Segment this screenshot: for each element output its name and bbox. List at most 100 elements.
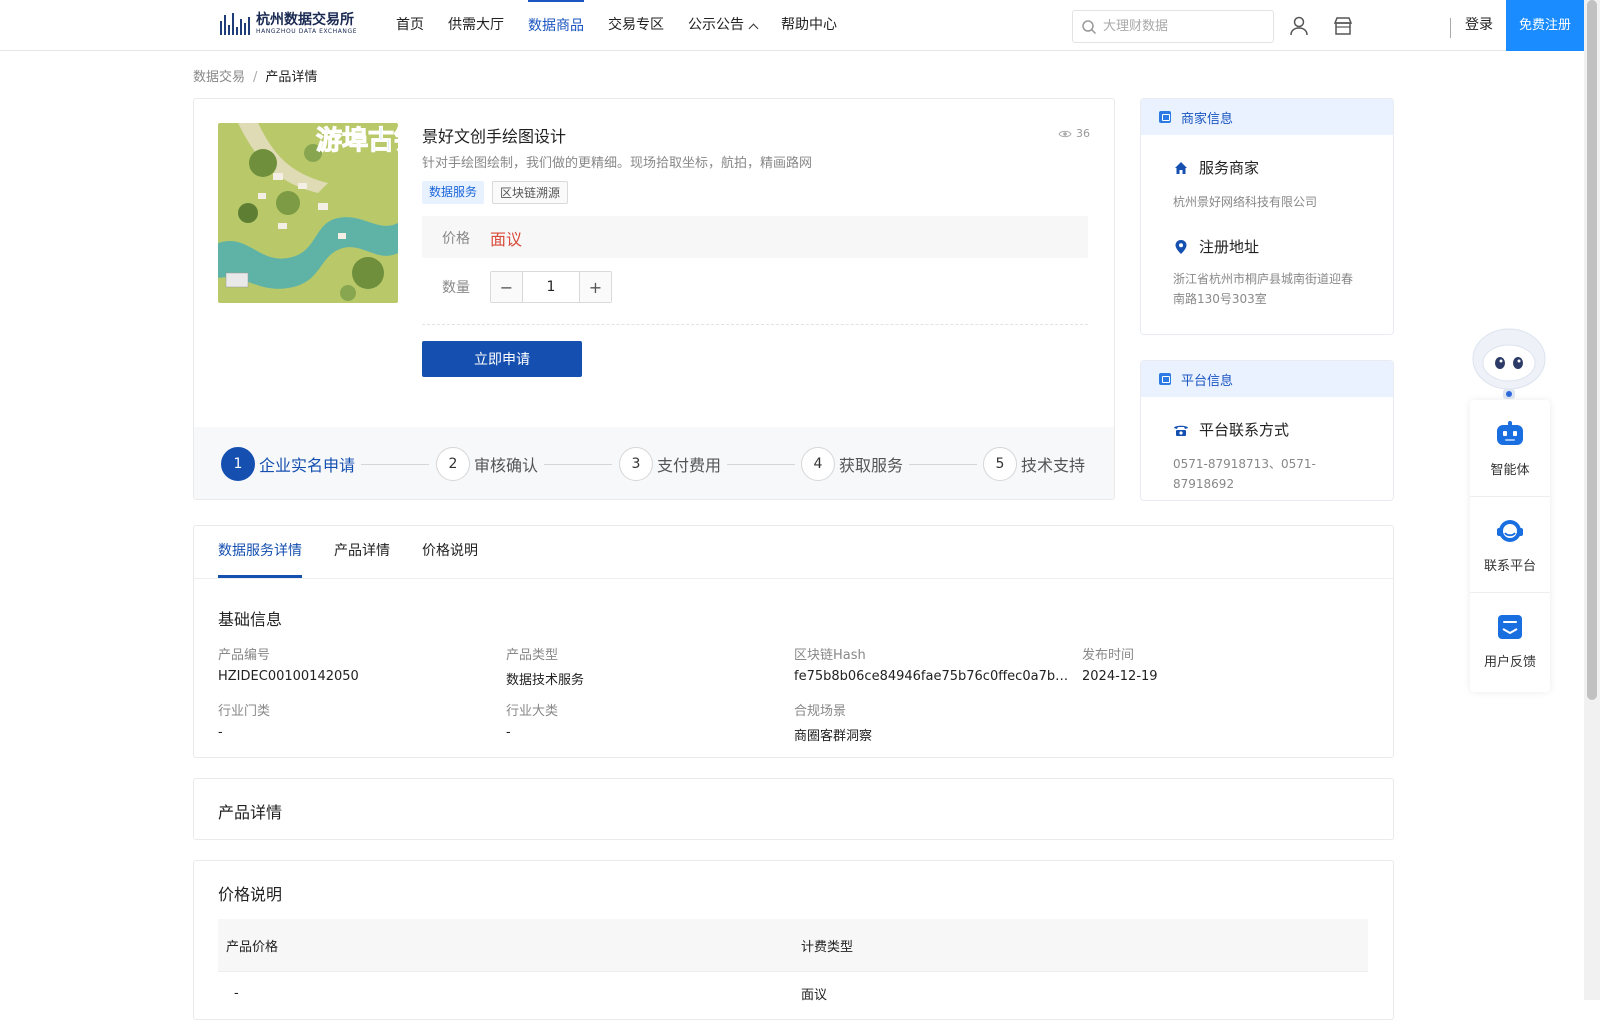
- step-label: 企业实名申请: [259, 456, 356, 475]
- breadcrumb-root[interactable]: 数据交易: [193, 70, 245, 85]
- step-label: 获取服务: [839, 456, 904, 475]
- column-header-price: 产品价格: [226, 939, 279, 955]
- step-number: 1: [221, 447, 255, 481]
- field-product-type: 产品类型 数据技术服务: [506, 644, 776, 688]
- user-feedback-label: 用户反馈: [1483, 655, 1536, 670]
- field-label: 发布时间: [1082, 648, 1135, 663]
- field-industry-category: 行业门类 -: [218, 700, 488, 740]
- quantity-stepper: − 1 +: [490, 271, 612, 303]
- product-image: 游埠古镇: [218, 123, 398, 303]
- platform-contact-value: 0571-87918713、0571-87918692: [1173, 457, 1316, 491]
- cell-billing-type: 面议: [801, 988, 828, 1003]
- basic-info-title: 基础信息: [218, 610, 283, 629]
- cell-price: -: [234, 986, 239, 1001]
- logo-cn-text: 杭州数据交易所: [256, 12, 354, 28]
- column-header-billing-type: 计费类型: [801, 939, 854, 955]
- apply-now-button[interactable]: 立即申请: [422, 341, 582, 377]
- step-number: 4: [801, 447, 835, 481]
- breadcrumb: 数据交易 / 产品详情: [193, 66, 317, 85]
- product-detail-title: 产品详情: [218, 803, 283, 822]
- nav-supply-demand[interactable]: 供需大厅: [448, 0, 504, 51]
- step-connector: [909, 463, 978, 465]
- view-count-value: 36: [1076, 127, 1090, 140]
- step-connector: [361, 463, 430, 465]
- agent-button[interactable]: 智能体: [1470, 400, 1550, 496]
- chevron-up-icon: [748, 23, 759, 33]
- process-steps: 1 企业实名申请 2 审核确认 3 支付费用 4 获取服务 5 技术支持: [194, 427, 1114, 499]
- price-description-card: 价格说明 产品价格 计费类型 - 面议: [193, 860, 1394, 1020]
- contact-platform-button[interactable]: 联系平台: [1470, 496, 1550, 592]
- platform-info-card: 平台信息 平台联系方式 0571-87918713、0571-87918692: [1140, 360, 1394, 501]
- tag-blockchain: 区块链溯源: [492, 181, 569, 204]
- nav-home[interactable]: 首页: [396, 0, 424, 51]
- quantity-label: 数量: [442, 280, 470, 296]
- eye-icon: [1058, 130, 1072, 137]
- step-connector: [544, 463, 613, 465]
- registered-address-row: 注册地址: [1141, 236, 1393, 257]
- tab-product-detail[interactable]: 产品详情: [334, 526, 390, 578]
- field-industry-major: 行业大类 -: [506, 700, 776, 740]
- site-logo[interactable]: 杭州数据交易所 HANGZHOU DATA EXCHANGE: [220, 12, 357, 36]
- detail-tabs-card: 数据服务详情 产品详情 价格说明 基础信息 产品编号 HZIDEC0010014…: [193, 525, 1394, 758]
- field-value: 2024-12-19: [1082, 669, 1158, 684]
- tab-data-service-detail[interactable]: 数据服务详情: [218, 526, 302, 578]
- divider: [422, 324, 1088, 325]
- agent-icon: [1497, 420, 1523, 445]
- logo-mark: [220, 13, 250, 35]
- tab-price-description[interactable]: 价格说明: [422, 526, 478, 578]
- tag-data-service: 数据服务: [422, 181, 485, 204]
- step-number: 2: [436, 447, 470, 481]
- field-compliance-scene: 合规场景 商圈客群洞察: [794, 700, 1072, 744]
- step-1: 1 企业实名申请: [221, 447, 430, 481]
- view-count: 36: [1058, 127, 1090, 140]
- step-5: 5 技术支持: [983, 447, 1085, 481]
- shop-icon[interactable]: [1332, 15, 1354, 37]
- detail-tabs: 数据服务详情 产品详情 价格说明: [218, 526, 510, 578]
- nav-trading-zone[interactable]: 交易专区: [608, 0, 664, 51]
- step-4: 4 获取服务: [801, 447, 978, 481]
- platform-info-header: 平台信息: [1141, 361, 1393, 397]
- quantity-input[interactable]: 1: [522, 272, 580, 302]
- quantity-decrease-button[interactable]: −: [491, 272, 522, 302]
- scrollbar-thumb[interactable]: [1587, 0, 1597, 700]
- merchant-info-header: 商家信息: [1141, 99, 1393, 135]
- product-card: 游埠古镇 景好文创手绘图设计 36 针对手绘图绘制，我们做的更精细。现场拾取坐标…: [193, 98, 1115, 500]
- step-number: 5: [983, 447, 1017, 481]
- store-icon: [1159, 111, 1171, 123]
- register-button[interactable]: 免费注册: [1506, 0, 1584, 51]
- field-value: HZIDEC00100142050: [218, 669, 359, 684]
- product-tags: 数据服务 区块链溯源: [422, 181, 569, 204]
- field-value: 商圈客群洞察: [794, 729, 873, 744]
- service-merchant-value: 杭州景好网络科技有限公司: [1173, 195, 1318, 209]
- nav-help-center[interactable]: 帮助中心: [781, 0, 837, 51]
- price-label: 价格: [442, 231, 470, 247]
- image-title-text: 游埠古镇: [316, 125, 398, 156]
- field-value: -: [218, 725, 223, 740]
- main-nav: 首页 供需大厅 数据商品 交易专区 公示公告 帮助中心: [396, 0, 861, 51]
- nav-data-products[interactable]: 数据商品: [528, 0, 584, 51]
- quantity-increase-button[interactable]: +: [580, 272, 611, 302]
- field-product-code: 产品编号 HZIDEC00100142050: [218, 644, 488, 684]
- field-label: 产品类型: [506, 648, 559, 663]
- price-value: 面议: [490, 230, 523, 249]
- page-scrollbar[interactable]: [1584, 0, 1600, 1000]
- floating-service-panel: 智能体 联系平台 用户反馈: [1470, 400, 1550, 692]
- user-feedback-button[interactable]: 用户反馈: [1470, 592, 1550, 688]
- user-icon[interactable]: [1288, 15, 1310, 37]
- robot-mascot-icon[interactable]: [1470, 323, 1548, 403]
- location-pin-icon: [1173, 239, 1189, 255]
- search-icon: [1082, 19, 1097, 34]
- login-link[interactable]: 登录: [1465, 0, 1493, 51]
- search-box[interactable]: [1072, 10, 1274, 43]
- registered-address-value: 浙江省杭州市桐庐县城南街道迎春南路130号303室: [1173, 272, 1354, 306]
- field-blockchain-hash: 区块链Hash fe75b8b06ce84946fae75b76c0ffec0a…: [794, 644, 1072, 684]
- step-3: 3 支付费用: [619, 447, 796, 481]
- nav-announcements[interactable]: 公示公告: [688, 0, 759, 51]
- merchant-info-card: 商家信息 服务商家 杭州景好网络科技有限公司 注册地址 浙江省杭州市桐庐县城南街…: [1140, 98, 1394, 335]
- step-2: 2 审核确认: [436, 447, 613, 481]
- field-label: 区块链Hash: [794, 648, 866, 663]
- search-input[interactable]: [1103, 19, 1263, 34]
- product-title: 景好文创手绘图设计: [422, 127, 567, 146]
- step-label: 支付费用: [657, 456, 722, 475]
- field-value: 数据技术服务: [506, 673, 585, 688]
